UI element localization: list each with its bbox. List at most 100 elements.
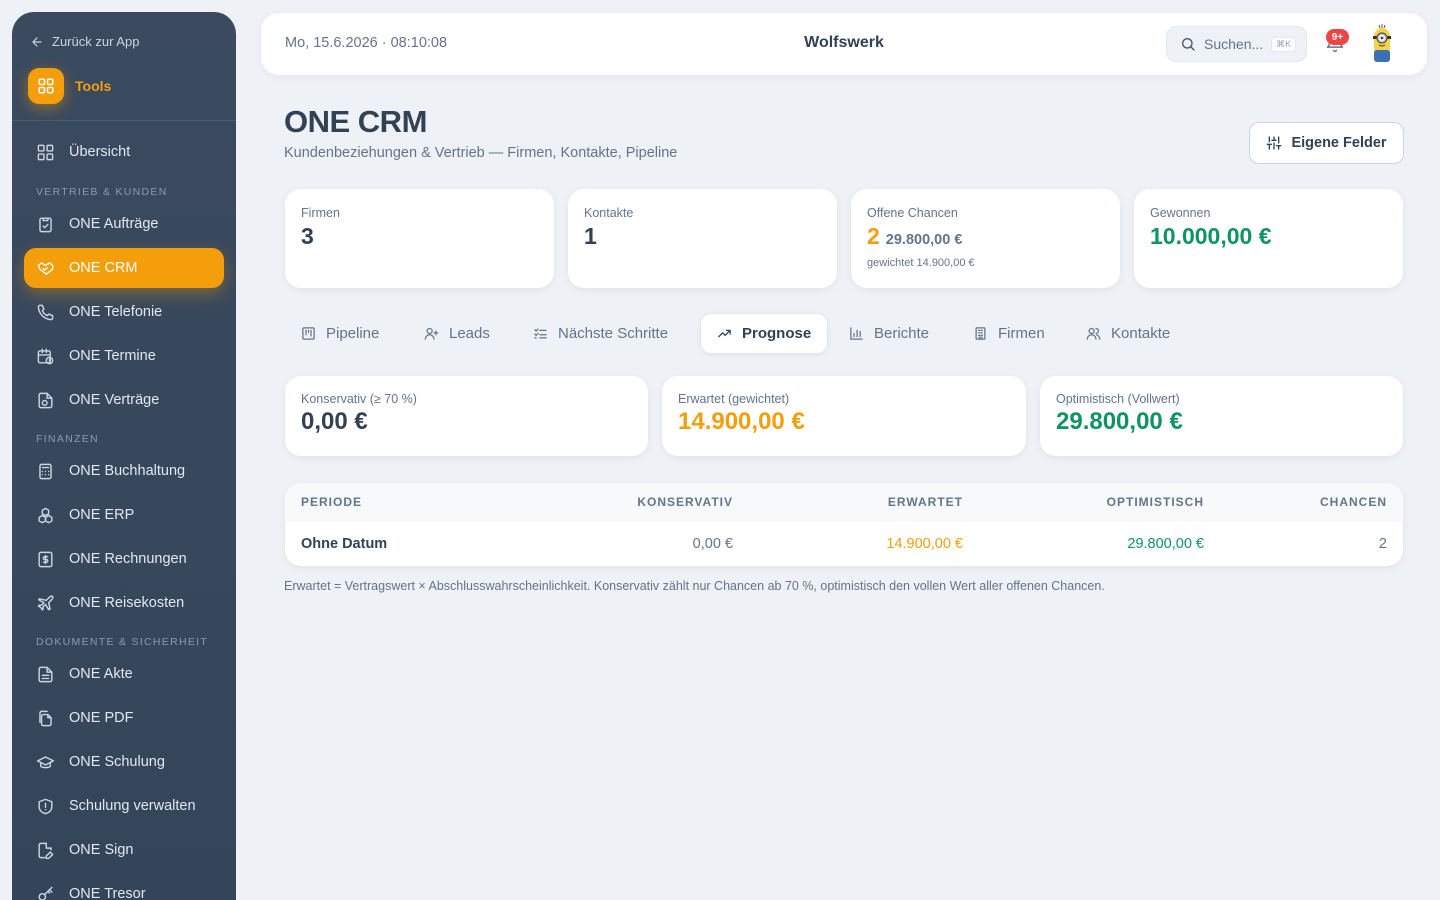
- user-plus-icon: [424, 327, 439, 340]
- sidebar-item-label: Übersicht: [69, 144, 131, 160]
- cell-periode: Ohne Datum: [301, 536, 388, 552]
- forecast-card-konservativ: Konservativ (≥ 70 %) 0,00 €: [285, 376, 648, 456]
- sidebar-item-label: ONE Tresor: [69, 886, 146, 900]
- search-placeholder: Suchen...: [1204, 36, 1264, 52]
- column-header-optimistisch: OPTIMISTISCH: [1106, 495, 1204, 509]
- sidebar-item-auftraege[interactable]: ONE Aufträge: [24, 204, 224, 244]
- sidebar-item-overview[interactable]: Übersicht: [24, 132, 224, 172]
- file-signature-icon: [38, 842, 54, 859]
- sidebar-item-tresor[interactable]: ONE Tresor: [24, 874, 224, 900]
- forecast-label: Erwartet (gewichtet): [678, 392, 790, 406]
- sidebar-divider: [12, 120, 236, 121]
- tab-label: Pipeline: [326, 325, 380, 342]
- kpi-count: 2: [867, 223, 880, 249]
- tab-next-steps[interactable]: Nächste Schritte: [517, 313, 684, 354]
- sidebar-item-schulung[interactable]: ONE Schulung: [24, 742, 224, 782]
- kpi-label: Kontakte: [584, 206, 634, 220]
- column-header-erwartet: ERWARTET: [887, 495, 963, 509]
- back-to-app-label: Zurück zur App: [52, 34, 140, 49]
- sidebar-item-telefonie[interactable]: ONE Telefonie: [24, 292, 224, 332]
- search-shortcut: ⌘K: [1271, 36, 1297, 52]
- forecast-label: Konservativ (≥ 70 %): [301, 392, 417, 406]
- tab-berichte[interactable]: Berichte: [833, 313, 945, 354]
- avatar[interactable]: [1367, 23, 1397, 65]
- tab-label: Kontakte: [1111, 325, 1171, 342]
- calculator-icon: [39, 463, 52, 479]
- trending-up-icon: [718, 329, 731, 338]
- calendar-clock-icon: [37, 348, 54, 364]
- tab-pipeline[interactable]: Pipeline: [285, 313, 395, 354]
- kpi-value: 10.000,00 €: [1150, 223, 1272, 249]
- kpi-value: 2 29.800,00 €: [867, 223, 962, 250]
- tab-prognose[interactable]: Prognose: [700, 313, 829, 354]
- kpi-value: 3: [301, 223, 314, 249]
- kpi-card-chancen: Offene Chancen 2 29.800,00 € gewichtet 14…: [851, 189, 1120, 288]
- kpi-amount: 29.800,00 €: [885, 232, 963, 248]
- tools-label: Tools: [75, 78, 112, 94]
- sidebar-item-crm[interactable]: ONE CRM: [24, 248, 224, 288]
- sidebar-section-sales: VERTRIEB & KUNDEN: [36, 186, 168, 198]
- tab-firmen[interactable]: Firmen: [957, 313, 1061, 354]
- sidebar-item-label: ONE Sign: [69, 842, 134, 858]
- sidebar-item-pdf[interactable]: ONE PDF: [24, 698, 224, 738]
- forecast-table: PERIODE KONSERVATIV ERWARTET OPTIMISTISC…: [285, 483, 1403, 566]
- sidebar-item-label: ONE Verträge: [69, 392, 160, 408]
- tools-header[interactable]: Tools: [28, 68, 111, 104]
- graduation-cap-icon: [36, 755, 55, 768]
- tab-kontakte[interactable]: Kontakte: [1070, 313, 1186, 354]
- search-input[interactable]: Suchen... ⌘K: [1166, 26, 1307, 62]
- building-icon: [975, 327, 986, 340]
- back-to-app-link[interactable]: Zurück zur App: [30, 34, 139, 49]
- sidebar-item-vertraege[interactable]: ONE Verträge: [24, 380, 224, 420]
- sidebar-item-label: ONE ERP: [69, 507, 135, 523]
- cell-chancen: 2: [1378, 536, 1387, 552]
- key-icon: [38, 886, 53, 900]
- sidebar-item-label: ONE Schulung: [69, 754, 165, 770]
- top-bar: Mo, 15.6.2026 · 08:10:08 Wolfswerk Suche…: [261, 13, 1427, 75]
- kpi-card-gewonnen: Gewonnen 10.000,00 €: [1134, 189, 1403, 288]
- cell-konservativ: 0,00 €: [692, 536, 733, 552]
- sidebar-item-label: ONE Buchhaltung: [69, 463, 186, 479]
- sidebar-item-label: Schulung verwalten: [69, 798, 196, 814]
- boxes-icon: [38, 507, 53, 523]
- sidebar-item-akte[interactable]: ONE Akte: [24, 654, 224, 694]
- tab-label: Berichte: [874, 325, 930, 342]
- table-header: PERIODE KONSERVATIV ERWARTET OPTIMISTISC…: [285, 483, 1403, 521]
- cell-erwartet: 14.900,00 €: [886, 536, 963, 552]
- forecast-value: 0,00 €: [301, 408, 368, 435]
- shield-alert-icon: [38, 798, 53, 814]
- clipboard-check-icon: [39, 216, 52, 232]
- sidebar-item-buchhaltung[interactable]: ONE Buchhaltung: [24, 451, 224, 491]
- sidebar-item-rechnungen[interactable]: ONE Rechnungen: [24, 539, 224, 579]
- sidebar-item-label: ONE CRM: [69, 260, 138, 276]
- list-checks-icon: [534, 328, 547, 339]
- cell-optimistisch: 29.800,00 €: [1127, 536, 1204, 552]
- forecast-label: Optimistisch (Vollwert): [1056, 392, 1180, 406]
- sidebar-section-finance: FINANZEN: [36, 433, 99, 445]
- sidebar-item-reisekosten[interactable]: ONE Reisekosten: [24, 583, 224, 623]
- tab-label: Nächste Schritte: [558, 325, 669, 342]
- column-header-periode: PERIODE: [301, 495, 363, 509]
- custom-fields-label: Eigene Felder: [1291, 135, 1387, 151]
- kpi-label: Offene Chancen: [867, 206, 958, 220]
- custom-fields-button[interactable]: Eigene Felder: [1249, 122, 1404, 164]
- column-header-chancen: CHANCEN: [1320, 495, 1387, 509]
- search-icon: [1182, 38, 1195, 51]
- grid-icon: [28, 68, 64, 104]
- kpi-note: gewichtet 14.900,00 €: [867, 257, 975, 269]
- sidebar-item-erp[interactable]: ONE ERP: [24, 495, 224, 535]
- sidebar-item-label: ONE Telefonie: [69, 304, 163, 320]
- sidebar-item-sign[interactable]: ONE Sign: [24, 830, 224, 870]
- sidebar-item-termine[interactable]: ONE Termine: [24, 336, 224, 376]
- kanban-icon: [302, 327, 315, 340]
- files-icon: [39, 710, 52, 726]
- file-text-icon: [38, 666, 53, 682]
- sidebar-item-label: ONE Reisekosten: [69, 595, 185, 611]
- plane-icon: [37, 595, 54, 611]
- page-title: ONE CRM: [284, 104, 427, 139]
- kpi-card-firmen: Firmen 3: [285, 189, 554, 288]
- sidebar-item-schulung-verwalten[interactable]: Schulung verwalten: [24, 786, 224, 826]
- tab-leads[interactable]: Leads: [408, 313, 506, 354]
- forecast-card-optimistisch: Optimistisch (Vollwert) 29.800,00 €: [1040, 376, 1403, 456]
- column-header-konservativ: KONSERVATIV: [637, 495, 733, 509]
